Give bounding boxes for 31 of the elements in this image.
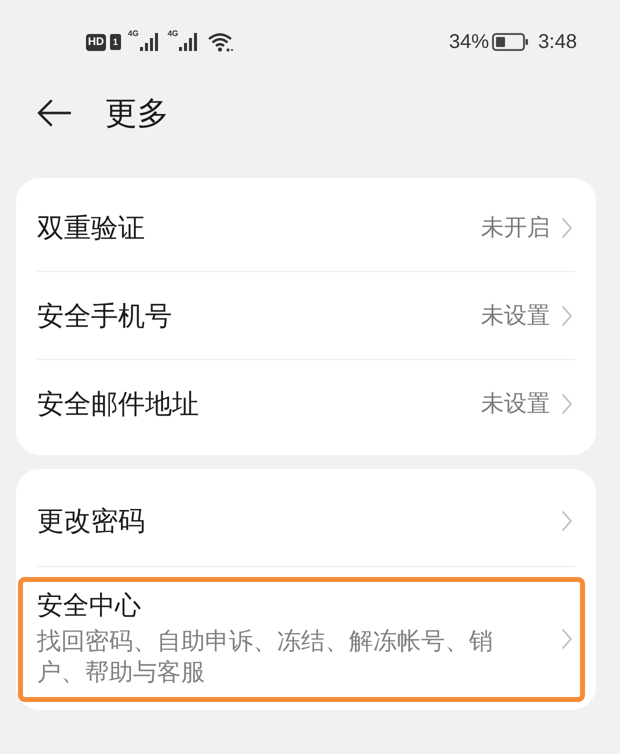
settings-row[interactable]: 双重验证 未开启 [18,184,585,271]
battery-icon [492,33,530,51]
settings-row[interactable]: 安全中心 找回密码、自助申诉、冻结、解冻帐号、销户、帮助与客服 [18,577,585,702]
settings-row[interactable]: 更改密码 [18,475,585,566]
row-label: 安全中心 [37,589,142,621]
row-label: 更改密码 [37,504,146,536]
settings-row[interactable]: 安全手机号 未设置 [18,272,585,359]
network-type-label: 4G [168,30,178,38]
chevron-right-icon [562,510,572,530]
signal-bars-icon [138,33,161,51]
network-type-label: 4G [128,30,139,38]
page-title: 更多 [105,97,169,129]
row-label: 安全手机号 [37,300,173,332]
battery-percentage: 34% [449,32,490,52]
row-value: 未设置 [481,304,550,327]
chevron-right-icon [562,394,572,414]
clock-time: 3:48 [538,32,577,52]
chevron-right-icon [562,218,572,238]
back-button[interactable] [37,99,71,127]
chevron-right-icon [562,628,572,648]
back-arrow-icon [37,99,71,127]
hd-badge: HD [86,34,106,50]
row-label: 双重验证 [37,212,146,244]
row-label: 安全邮件地址 [37,388,200,420]
row-value: 未开启 [481,216,550,239]
settings-row[interactable]: 安全邮件地址 未设置 [18,360,585,447]
chevron-right-icon [562,306,572,326]
row-value: 未设置 [481,392,550,415]
row-description: 找回密码、自助申诉、冻结、解冻帐号、销户、帮助与客服 [37,627,494,688]
sim-card-icon: 1 [110,34,121,50]
wifi-icon [207,32,234,52]
